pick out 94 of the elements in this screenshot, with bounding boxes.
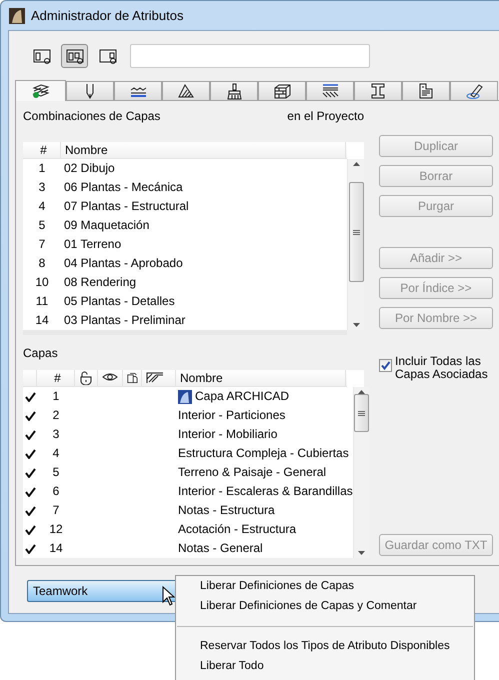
markup-icon [465, 82, 483, 100]
tab[interactable] [210, 81, 258, 100]
column-header[interactable]: Nombre [176, 370, 346, 386]
table-cell-text: 02 Dibujo [63, 160, 116, 178]
scroll-up-icon[interactable] [352, 162, 360, 166]
check-icon[interactable] [24, 430, 36, 440]
table-cell-text: 11 [34, 293, 50, 310]
table-cell: Capa ARCHICAD [195, 389, 290, 404]
table-cell-text: 2 [52, 407, 60, 424]
menu-item[interactable]: Liberar Definiciones de Capas y Comentar [176, 597, 474, 617]
table-cell-text: 14 [48, 540, 64, 558]
check-icon[interactable] [24, 486, 36, 496]
table-cell-text: 8 [38, 255, 46, 272]
layers-icon [32, 82, 50, 100]
hatch-icon [146, 371, 164, 385]
table-cell-text: 04 Plantas - Aprobado [63, 255, 184, 272]
tab[interactable] [162, 81, 210, 100]
app-icon [9, 8, 25, 24]
checkbox[interactable] [379, 359, 392, 372]
composite-icon [273, 82, 291, 100]
column-header[interactable]: Nombre [61, 142, 346, 158]
tab[interactable] [114, 81, 162, 100]
section-title: Combinaciones de Capas [23, 109, 160, 125]
zone-icon [417, 82, 435, 100]
table-cell-text: Interior - Escaleras & Barandillas [177, 483, 353, 500]
table-cell-text: Interior - Mobiliario [177, 426, 278, 444]
table-cell-text: Terreno & Paisaje - General [177, 464, 326, 482]
tab[interactable] [15, 80, 66, 101]
check-icon[interactable] [24, 392, 36, 402]
table-cell-text: 10 [34, 274, 50, 292]
tab[interactable] [354, 81, 402, 100]
tab[interactable] [402, 81, 450, 100]
check-icon[interactable] [24, 524, 36, 534]
menu-item[interactable]: Liberar Todo [176, 657, 474, 677]
column-header[interactable]: # [23, 142, 61, 158]
check-icon[interactable] [24, 468, 36, 478]
table-cell-text: 14 [34, 312, 50, 330]
fill-icon [177, 82, 195, 100]
table-cell-text: 12 [48, 521, 64, 538]
view-icon [32, 46, 52, 64]
menu-item[interactable]: Liberar Definiciones de Capas [176, 577, 474, 597]
scrollbar[interactable] [347, 159, 364, 330]
scroll-thumb[interactable] [348, 182, 364, 282]
checkbox-label: Incluir Todas las Capas Asociadas [395, 355, 489, 381]
table-cell-text: 7 [52, 502, 60, 520]
table-cell-text: 7 [38, 236, 46, 254]
view-button[interactable] [61, 44, 88, 68]
section-title: Capas [23, 346, 58, 360]
table-cell-text: 03 Plantas - Preliminar [63, 312, 186, 330]
table-cell-text: Estructura Compleja - Cubiertas [177, 445, 349, 462]
profile-icon [369, 82, 387, 100]
tab[interactable] [306, 81, 354, 100]
check-icon[interactable] [24, 506, 36, 516]
grip-icon [352, 230, 360, 234]
scroll-thumb[interactable] [354, 394, 369, 432]
table-cell-text: 01 Terreno [63, 236, 122, 254]
table-cell-text: Notas - Estructura [177, 502, 275, 520]
table-cell-text: 1 [38, 160, 46, 178]
table-cell-text: 07 Plantas - Estructural [63, 198, 190, 216]
table-cell-text: 5 [52, 464, 60, 482]
column-header[interactable]: # [37, 370, 75, 386]
view-icon [64, 46, 84, 64]
tab[interactable] [66, 81, 114, 100]
table-cell-text: Notas - General [177, 540, 263, 558]
table-cell-text: Acotación - Estructura [177, 521, 296, 538]
check-icon[interactable] [24, 448, 36, 458]
surface-icon [321, 82, 339, 100]
view-icon [98, 46, 118, 64]
table-cell-text: 06 Plantas - Mecánica [63, 179, 184, 196]
table-cell-text: Interior - Particiones [177, 407, 286, 424]
layer-icon [178, 390, 192, 404]
table-cell-text: 4 [38, 198, 46, 216]
check-icon[interactable] [24, 544, 36, 554]
window-title: Administrador de Atributos [31, 8, 184, 24]
table-cell-text: 5 [38, 217, 46, 234]
grip-icon [358, 410, 365, 416]
check-icon[interactable] [24, 410, 36, 420]
table-cell-text: 08 Rendering [63, 274, 138, 292]
teamwork-button[interactable]: Teamwork [27, 580, 177, 602]
table-cell-text: 3 [52, 426, 60, 444]
search-field[interactable] [130, 44, 370, 68]
table-cell-text: 3 [38, 179, 46, 196]
table-cell-text: 4 [52, 445, 60, 462]
tab[interactable] [450, 81, 498, 100]
table-cell-text: 1 [52, 388, 60, 406]
scope-label: en el Proyecto [287, 109, 364, 125]
table-cell-text: 6 [52, 483, 60, 500]
tab[interactable] [258, 81, 306, 100]
brush-icon [225, 82, 243, 100]
menu-item[interactable]: Reservar Todos los Tipos de Atributo Disponibles [176, 637, 474, 657]
scroll-down-icon[interactable] [358, 551, 365, 555]
scroll-down-icon[interactable] [352, 323, 360, 327]
table-cell-text: 05 Plantas - Detalles [63, 293, 176, 310]
table-cell-text: 09 Maquetación [63, 217, 150, 234]
